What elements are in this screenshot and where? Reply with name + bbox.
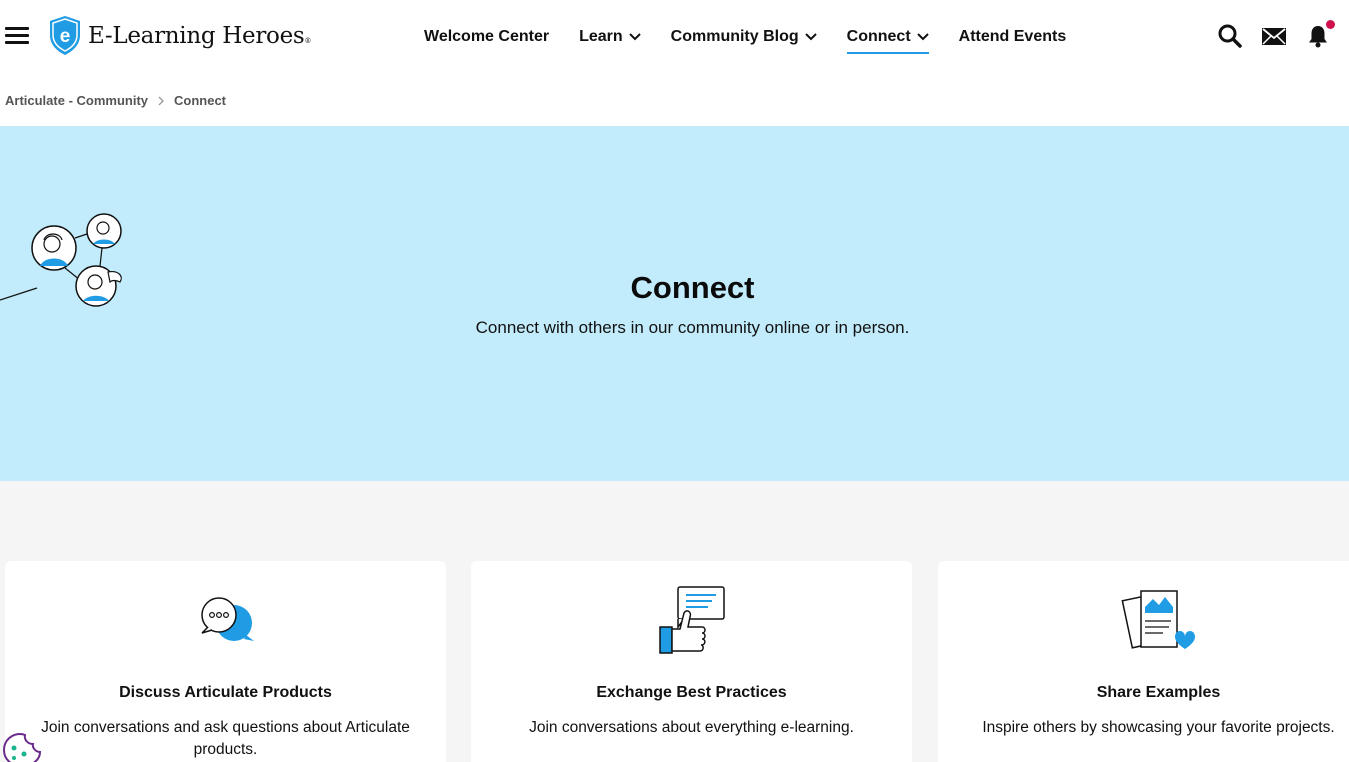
nav-connect[interactable]: Connect xyxy=(846,26,929,54)
card-share-examples[interactable]: Share Examples Inspire others by showcas… xyxy=(938,561,1349,762)
thumbs-up-message-icon xyxy=(658,586,725,654)
search-icon[interactable] xyxy=(1217,23,1243,49)
notifications-button[interactable] xyxy=(1305,20,1335,49)
cookie-settings-icon[interactable] xyxy=(0,730,44,762)
main-nav: Welcome Center Learn Community Blog Conn… xyxy=(424,26,1096,54)
chevron-down-icon xyxy=(804,33,817,41)
shield-logo-icon: e xyxy=(50,16,80,55)
chat-bubbles-icon xyxy=(200,597,254,641)
hero-banner: Connect Connect with others in our commu… xyxy=(0,126,1349,481)
menu-icon[interactable] xyxy=(5,27,29,45)
breadcrumb-current[interactable]: Connect xyxy=(174,93,226,108)
card-description: Join conversations about everything e-le… xyxy=(529,719,854,736)
nav-attend-events[interactable]: Attend Events xyxy=(959,26,1067,48)
page-title: Connect xyxy=(630,270,755,305)
chevron-down-icon xyxy=(916,33,929,41)
site-logo[interactable]: e E-Learning Heroes® xyxy=(48,15,311,56)
connect-options: Discuss Articulate Products Join convers… xyxy=(0,481,1349,762)
nav-community-blog[interactable]: Community Blog xyxy=(671,26,817,48)
card-title: Discuss Articulate Products xyxy=(119,684,332,701)
card-discuss-products[interactable]: Discuss Articulate Products Join convers… xyxy=(5,561,446,762)
chevron-right-icon xyxy=(158,96,164,105)
mail-icon[interactable] xyxy=(1261,23,1287,49)
documents-heart-icon xyxy=(1120,590,1195,649)
site-header: e E-Learning Heroes® Welcome Center Lear… xyxy=(0,0,1349,72)
page-subtitle: Connect with others in our community onl… xyxy=(475,318,910,337)
card-exchange-practices[interactable]: Exchange Best Practices Join conversatio… xyxy=(471,561,912,762)
svg-text:e: e xyxy=(60,26,71,47)
header-actions xyxy=(1199,20,1335,49)
breadcrumb: Articulate - Community Connect xyxy=(5,93,226,108)
nav-welcome-center[interactable]: Welcome Center xyxy=(424,26,549,48)
card-description: Inspire others by showcasing your favori… xyxy=(982,719,1335,736)
breadcrumb-home-link[interactable]: Articulate - Community xyxy=(5,93,148,108)
notification-badge xyxy=(1326,20,1335,29)
card-description: Join conversations and ask questions abo… xyxy=(41,719,410,758)
card-title: Exchange Best Practices xyxy=(596,684,787,701)
logo-text: E-Learning Heroes® xyxy=(88,22,312,49)
card-title: Share Examples xyxy=(1096,684,1221,701)
nav-learn[interactable]: Learn xyxy=(579,26,641,48)
chevron-down-icon xyxy=(628,33,641,41)
